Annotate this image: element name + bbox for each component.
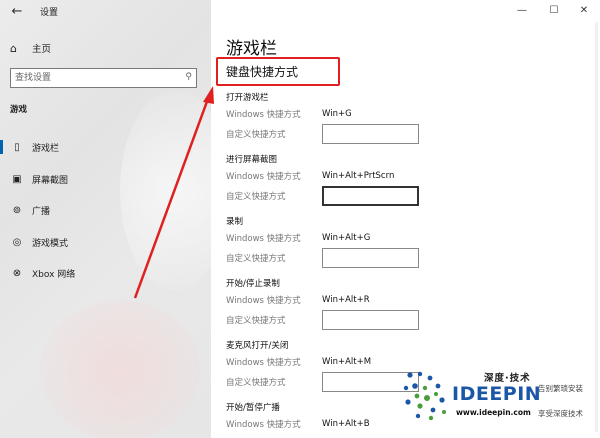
watermark-cn-title: 深度·技术: [484, 373, 531, 384]
minimize-button[interactable]: —: [511, 3, 533, 19]
screenshot-icon: ▣: [12, 173, 22, 185]
sidebar: ← 设置 ⌂ 主页 ⚲ 游戏 ▯ 游戏栏 ▣ 屏幕截图 ⊚ 广播 ◎ 游戏模式 …: [0, 0, 211, 438]
section-label: 游戏: [10, 105, 28, 115]
custom-shortcut-input[interactable]: [322, 186, 419, 206]
windows-shortcut-label: Windows 快捷方式: [226, 358, 301, 368]
watermark-slogan-top: 告别繁琐安装: [538, 384, 583, 393]
windows-shortcut-label: Windows 快捷方式: [226, 234, 301, 244]
windows-shortcut-value: Win+Alt+B: [322, 419, 370, 429]
sidebar-item-game-mode[interactable]: ◎ 游戏模式: [0, 232, 211, 252]
windows-shortcut-label: Windows 快捷方式: [226, 296, 301, 306]
watermark-site: www.ideepin.com: [456, 408, 531, 417]
app-title: 设置: [40, 8, 59, 18]
home-nav-item[interactable]: ⌂ 主页: [10, 40, 51, 56]
windows-shortcut-value: Win+Alt+G: [322, 233, 371, 243]
shortcut-group-screenshot: 进行屏幕截图 Windows 快捷方式 Win+Alt+PrtScrn 自定义快…: [226, 153, 496, 206]
shortcut-title: 进行屏幕截图: [226, 155, 278, 165]
sidebar-item-game-bar[interactable]: ▯ 游戏栏: [0, 137, 211, 157]
home-label: 主页: [32, 44, 52, 55]
windows-shortcut-value: Win+Alt+PrtScrn: [322, 171, 395, 181]
sidebar-item-label: 屏幕截图: [32, 175, 69, 186]
maximize-button[interactable]: ☐: [543, 3, 565, 19]
sidebar-item-xbox-network[interactable]: ⊗ Xbox 网络: [0, 263, 211, 283]
selected-indicator: [0, 140, 3, 154]
watermark-brand: IDEEPIN: [452, 383, 542, 405]
ideepin-logo-icon: [403, 371, 446, 421]
windows-shortcut-value: Win+Alt+R: [322, 295, 370, 305]
title-bar: ← 设置: [0, 0, 211, 24]
windows-shortcut-value: Win+Alt+M: [322, 357, 372, 367]
game-mode-icon: ◎: [12, 236, 22, 248]
windows-shortcut-label: Windows 快捷方式: [226, 172, 301, 182]
custom-shortcut-label: 自定义快捷方式: [226, 316, 286, 326]
background-blur: [40, 300, 200, 438]
windows-shortcut-value: Win+G: [322, 109, 352, 119]
custom-shortcut-label: 自定义快捷方式: [226, 254, 286, 264]
custom-shortcut-input[interactable]: [322, 124, 419, 144]
back-button[interactable]: ←: [8, 3, 26, 21]
custom-shortcut-label: 自定义快捷方式: [226, 130, 286, 140]
home-icon: ⌂: [10, 41, 17, 55]
sidebar-item-screenshot[interactable]: ▣ 屏幕截图: [0, 169, 211, 189]
game-bar-icon: ▯: [14, 141, 20, 153]
search-input[interactable]: [15, 71, 175, 85]
custom-shortcut-input[interactable]: [322, 310, 419, 330]
shortcut-group-start-stop-record: 开始/停止录制 Windows 快捷方式 Win+Alt+R 自定义快捷方式: [226, 277, 496, 330]
search-icon[interactable]: ⚲: [185, 72, 192, 82]
section-subtitle: 键盘快捷方式: [226, 65, 299, 79]
custom-shortcut-label: 自定义快捷方式: [226, 192, 286, 202]
watermark-slogan-bottom: 享受深度技术: [538, 409, 583, 418]
windows-shortcut-label: Windows 快捷方式: [226, 420, 301, 430]
close-button[interactable]: ✕: [573, 3, 595, 19]
windows-shortcut-label: Windows 快捷方式: [226, 110, 301, 120]
sidebar-item-label: 广播: [32, 206, 51, 217]
shortcut-title: 开始/停止录制: [226, 279, 280, 289]
sidebar-item-label: 游戏栏: [32, 143, 60, 154]
shortcut-group-record: 录制 Windows 快捷方式 Win+Alt+G 自定义快捷方式: [226, 215, 496, 268]
search-box[interactable]: ⚲: [10, 68, 197, 88]
xbox-icon: ⊗: [12, 267, 22, 279]
shortcut-title: 麦克风打开/关闭: [226, 341, 289, 351]
shortcut-group-open-game-bar: 打开游戏栏 Windows 快捷方式 Win+G 自定义快捷方式: [226, 91, 496, 144]
page-title: 游戏栏: [226, 39, 277, 59]
sidebar-item-label: Xbox 网络: [32, 269, 76, 280]
custom-shortcut-input[interactable]: [322, 248, 419, 268]
shortcut-title: 录制: [226, 217, 244, 227]
custom-shortcut-label: 自定义快捷方式: [226, 378, 286, 388]
background-blur: [120, 90, 211, 290]
sidebar-item-broadcast[interactable]: ⊚ 广播: [0, 200, 211, 220]
broadcast-icon: ⊚: [12, 204, 22, 216]
watermark: 深度·技术 IDEEPIN www.ideepin.com 告别繁琐安装 享受深…: [396, 366, 600, 438]
sidebar-item-label: 游戏模式: [32, 238, 69, 249]
shortcut-title: 打开游戏栏: [226, 93, 269, 103]
